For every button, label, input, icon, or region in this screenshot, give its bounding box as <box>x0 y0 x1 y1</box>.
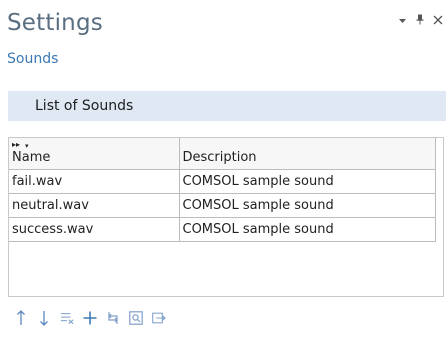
column-header-label: Description <box>182 149 257 165</box>
add-icon[interactable] <box>83 309 97 327</box>
cell-name[interactable]: fail.wav <box>9 168 180 194</box>
sort-arrow-icon: ▾ <box>25 142 29 150</box>
cell-name[interactable]: success.wav <box>9 216 180 242</box>
cell-description[interactable]: COMSOL sample sound <box>178 168 436 194</box>
preview-icon[interactable] <box>129 309 143 327</box>
sounds-table[interactable]: ▸▸ ▾ Name Description fail.wav COMSOL sam… <box>8 137 444 297</box>
table-row[interactable]: fail.wav COMSOL sample sound <box>9 168 436 194</box>
page-subtitle: Sounds <box>7 51 59 67</box>
pin-icon[interactable] <box>414 14 426 28</box>
close-icon[interactable] <box>432 14 444 28</box>
cell-name[interactable]: neutral.wav <box>9 192 180 218</box>
column-header-label: Name <box>12 149 51 165</box>
table-header-row: ▸▸ ▾ Name Description <box>9 138 436 170</box>
section-title: List of Sounds <box>35 98 134 114</box>
expand-columns-icon[interactable]: ▸▸ ▾ <box>12 140 29 150</box>
page-title: Settings <box>7 10 103 36</box>
move-up-icon[interactable] <box>14 309 28 327</box>
column-header-description[interactable]: Description <box>178 138 436 170</box>
column-header-name[interactable]: ▸▸ ▾ Name <box>9 138 180 170</box>
table-toolbar <box>14 309 166 327</box>
dropdown-icon[interactable] <box>396 14 408 28</box>
table-row[interactable]: success.wav COMSOL sample sound <box>9 216 436 242</box>
window-controls <box>396 14 444 28</box>
sounds-grid: ▸▸ ▾ Name Description fail.wav COMSOL sam… <box>9 138 436 242</box>
cell-description[interactable]: COMSOL sample sound <box>178 216 436 242</box>
replace-icon[interactable] <box>106 309 120 327</box>
clear-table-icon[interactable] <box>60 309 74 327</box>
section-header-list-of-sounds[interactable]: List of Sounds <box>8 91 446 121</box>
cell-description[interactable]: COMSOL sample sound <box>178 192 436 218</box>
move-down-icon[interactable] <box>37 309 51 327</box>
table-row[interactable]: neutral.wav COMSOL sample sound <box>9 192 436 218</box>
import-icon[interactable] <box>152 309 166 327</box>
